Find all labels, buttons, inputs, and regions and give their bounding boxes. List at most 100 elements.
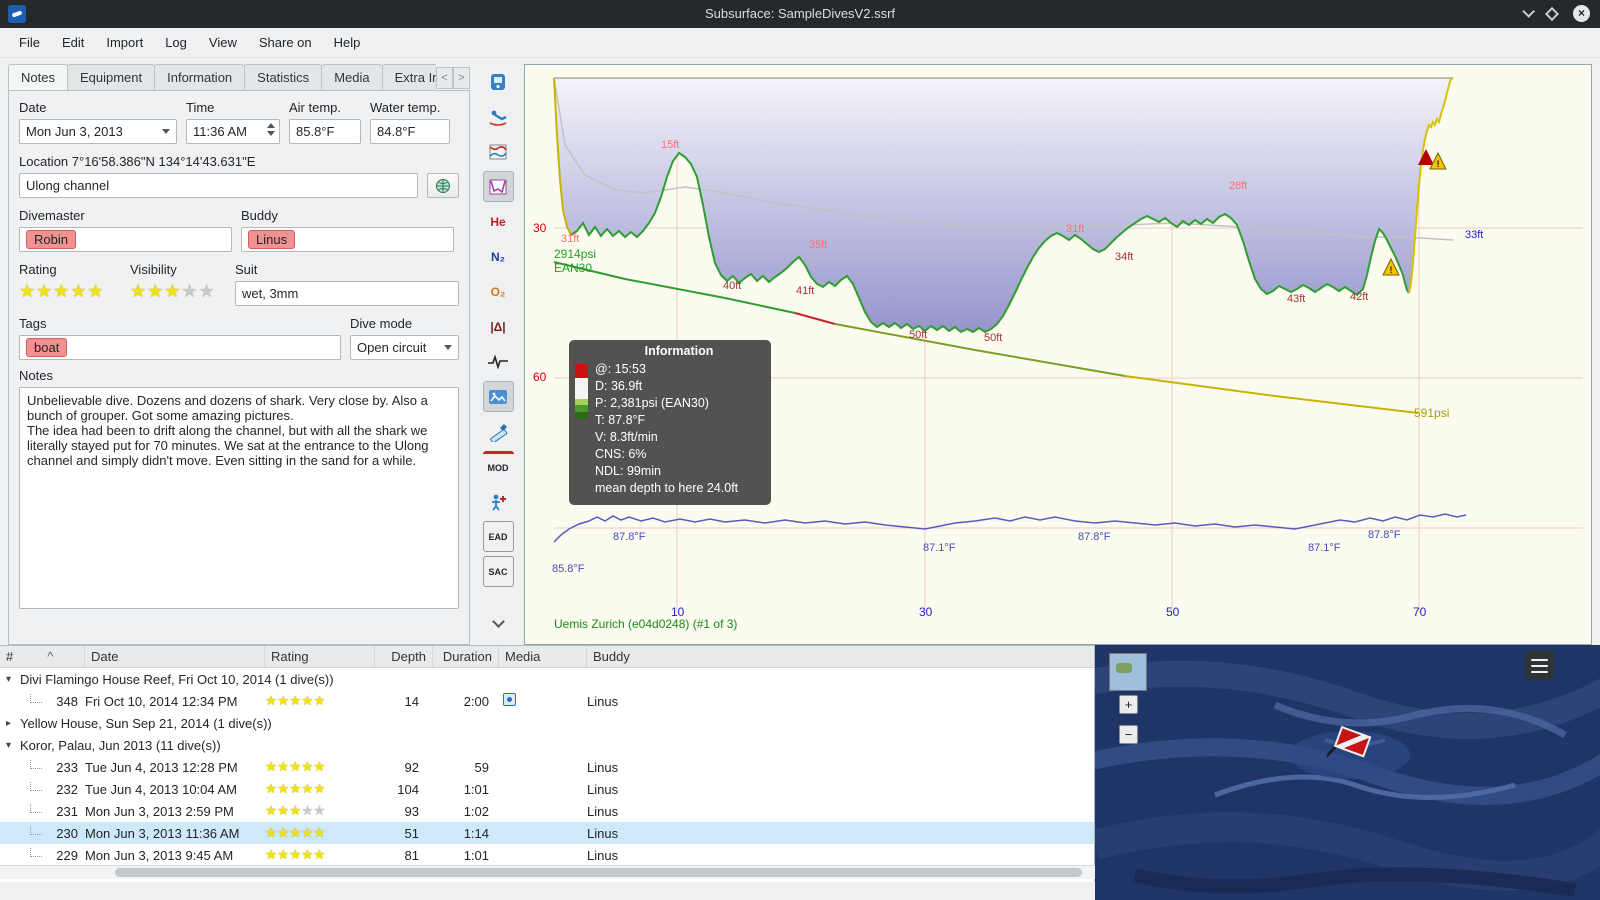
maximize-icon[interactable]: [1544, 6, 1560, 21]
zoom-out-button[interactable]: −: [1119, 725, 1138, 744]
buddy-chip[interactable]: Linus: [248, 230, 296, 249]
header-duration[interactable]: Duration: [433, 646, 499, 667]
nitrogen-icon[interactable]: N₂: [483, 241, 514, 272]
notes-label: Notes: [19, 368, 53, 383]
table-row[interactable]: 233 Tue Jun 4, 2013 12:28 PM ★★★★★ 92 59…: [0, 756, 1094, 778]
info-tooltip[interactable]: Information @: 15:53 D: 36.9ft P: 2,381p…: [569, 340, 771, 505]
tab-scroll-left-icon[interactable]: <: [436, 67, 453, 89]
date-combobox[interactable]: Mon Jun 3, 2013: [19, 119, 177, 144]
header-rating[interactable]: Rating: [265, 646, 375, 667]
depth-label: 15ft: [661, 139, 680, 151]
start-pressure-label: 2914psi: [554, 247, 597, 261]
tab-statistics[interactable]: Statistics: [244, 64, 323, 91]
delta-icon[interactable]: |Δ|: [483, 311, 514, 342]
expander-closed-icon[interactable]: ▸: [6, 718, 20, 729]
divemaster-chip[interactable]: Robin: [26, 230, 76, 249]
header-date[interactable]: Date: [85, 646, 265, 667]
visibility-label: Visibility: [130, 262, 177, 277]
header-media[interactable]: Media: [499, 646, 587, 667]
dive-computer-icon[interactable]: [483, 66, 514, 97]
time-spinbox[interactable]: 11:36 AM: [186, 119, 280, 144]
menu-file[interactable]: File: [8, 30, 51, 55]
table-row[interactable]: 348 Fri Oct 10, 2014 12:34 PM ★★★★★ 14 2…: [0, 690, 1094, 712]
rating-stars: ★★★★★: [265, 825, 326, 840]
tab-extra-info[interactable]: Extra Info: [381, 64, 436, 91]
time-axis-tick: 50: [1166, 605, 1180, 619]
menu-help[interactable]: Help: [323, 30, 372, 55]
ruler-icon[interactable]: [483, 416, 514, 447]
notes-textarea[interactable]: Unbelievable dive. Dozens and dozens of …: [19, 387, 459, 609]
menu-edit[interactable]: Edit: [51, 30, 95, 55]
location-field[interactable]: Ulong channel: [19, 173, 418, 198]
table-row[interactable]: 232 Tue Jun 4, 2013 10:04 AM ★★★★★ 104 1…: [0, 778, 1094, 800]
sac-colors-icon[interactable]: [483, 486, 514, 517]
map-menu-button[interactable]: [1525, 651, 1554, 680]
spin-arrows-icon[interactable]: [267, 123, 275, 136]
scrollbar-handle[interactable]: [115, 868, 1082, 877]
globe-button[interactable]: [427, 173, 459, 198]
menu-view[interactable]: View: [198, 30, 248, 55]
menu-log[interactable]: Log: [154, 30, 198, 55]
header-number[interactable]: # ^: [0, 646, 85, 667]
suit-field[interactable]: wet, 3mm: [235, 281, 459, 306]
helium-icon[interactable]: He: [483, 206, 514, 237]
dive-site-map[interactable]: + −: [1095, 645, 1600, 900]
buddy-field[interactable]: Linus: [241, 227, 454, 252]
overview-map-thumbnail[interactable]: [1109, 653, 1147, 691]
profile-graph-icon[interactable]: [482, 171, 514, 202]
toolbar-scroll-down-icon[interactable]: [483, 608, 514, 639]
header-buddy[interactable]: Buddy: [587, 646, 1094, 667]
watertemp-label: Water temp.: [370, 100, 441, 115]
expander-open-icon[interactable]: ▾: [6, 740, 20, 751]
divemode-combobox[interactable]: Open circuit: [350, 335, 459, 360]
tags-label: Tags: [19, 316, 47, 331]
divemode-label: Dive mode: [350, 316, 413, 331]
depth-label: 41ft: [796, 285, 815, 297]
trip-row[interactable]: ▾ Koror, Palau, Jun 2013 (11 dive(s)): [0, 734, 1094, 756]
oxygen-icon[interactable]: O₂: [483, 276, 514, 307]
table-row[interactable]: 229 Mon Jun 3, 2013 9:45 AM ★★★★★ 81 1:0…: [0, 844, 1094, 866]
dive-flag-marker[interactable]: [1327, 723, 1373, 769]
airtemp-field[interactable]: 85.8°F: [289, 119, 361, 144]
window-title: Subsurface: SampleDivesV2.ssrf: [704, 6, 896, 21]
tab-equipment[interactable]: Equipment: [66, 64, 156, 91]
trip-row[interactable]: ▾ Divi Flamingo House Reef, Fri Oct 10, …: [0, 668, 1094, 690]
ceiling-icon[interactable]: [483, 136, 514, 167]
mod-icon[interactable]: MOD: [482, 451, 514, 482]
heartrate-icon[interactable]: [483, 346, 514, 377]
tab-notes[interactable]: Notes: [8, 64, 68, 91]
tags-field[interactable]: boat: [19, 335, 341, 360]
titlebar[interactable]: Subsurface: SampleDivesV2.ssrf ×: [0, 0, 1600, 28]
media-icon[interactable]: [503, 693, 516, 706]
menu-share-on[interactable]: Share on: [248, 30, 323, 55]
tag-chip[interactable]: boat: [26, 338, 68, 357]
ead-icon[interactable]: EAD: [482, 521, 514, 552]
close-icon[interactable]: ×: [1573, 5, 1590, 22]
suit-label: Suit: [235, 262, 258, 277]
expander-open-icon[interactable]: ▾: [6, 674, 20, 685]
watertemp-field[interactable]: 84.8°F: [370, 119, 450, 144]
globe-icon: [436, 178, 450, 193]
tab-media[interactable]: Media: [321, 64, 383, 91]
tooltip-line: V: 8.3ft/min: [595, 430, 658, 444]
info-tabbar: Notes Equipment Information Statistics M…: [8, 64, 470, 91]
table-row-selected[interactable]: 230 Mon Jun 3, 2013 11:36 AM ★★★★★ 51 1:…: [0, 822, 1094, 844]
header-depth[interactable]: Depth: [375, 646, 433, 667]
divemaster-field[interactable]: Robin: [19, 227, 232, 252]
sac-icon[interactable]: SAC: [482, 556, 514, 587]
dive-profile-chart[interactable]: ! ! 30 60 10 30 50 70 31ft 2914psi EAN30…: [524, 64, 1592, 645]
tab-information[interactable]: Information: [154, 64, 246, 91]
zoom-in-button[interactable]: +: [1119, 695, 1138, 714]
menu-import[interactable]: Import: [95, 30, 154, 55]
minimize-icon[interactable]: [1522, 5, 1535, 18]
depth-label: 35ft: [809, 239, 828, 251]
trip-row[interactable]: ▸ Yellow House, Sun Sep 21, 2014 (1 dive…: [0, 712, 1094, 734]
rating-stars[interactable]: ★★★★★: [19, 281, 121, 302]
diver-icon[interactable]: [483, 101, 514, 132]
rating-stars: ★★★★★: [265, 803, 326, 818]
photos-icon[interactable]: [482, 381, 514, 412]
table-row[interactable]: 231 Mon Jun 3, 2013 2:59 PM ★★★★★ 93 1:0…: [0, 800, 1094, 822]
horizontal-scrollbar[interactable]: [0, 865, 1095, 879]
tab-scroll-right-icon[interactable]: >: [453, 67, 470, 89]
visibility-stars[interactable]: ★★★★★: [130, 281, 226, 302]
